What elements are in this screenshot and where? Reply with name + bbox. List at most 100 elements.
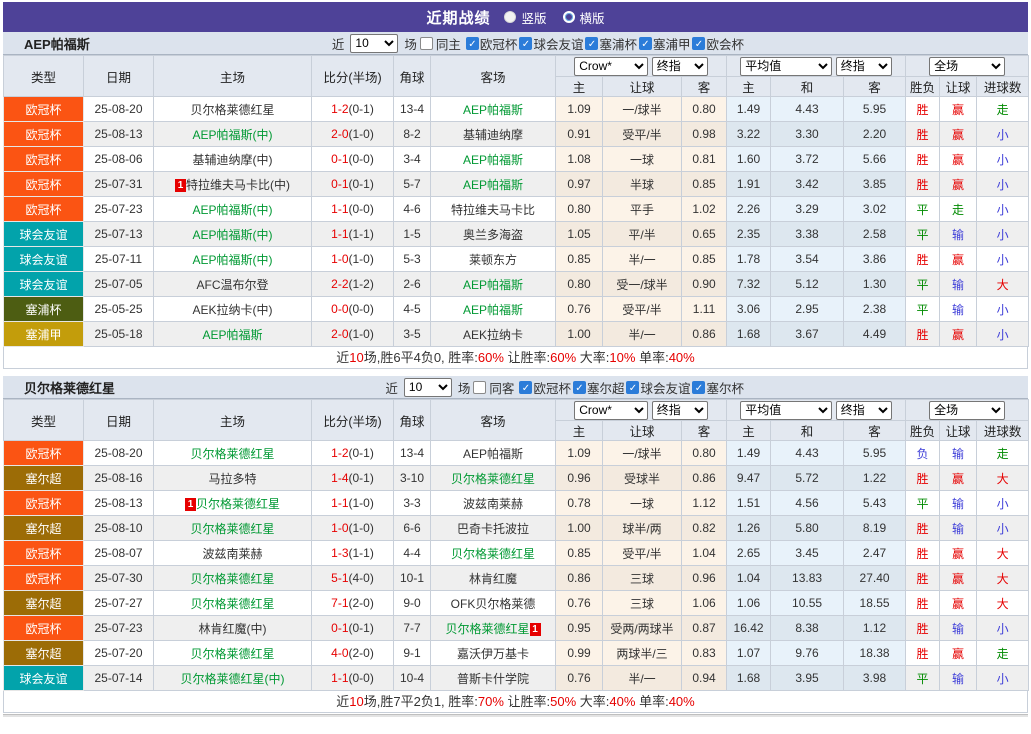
halftime-score: (0-1) bbox=[349, 621, 374, 635]
avg-away: 8.19 bbox=[844, 516, 906, 541]
avg-home: 1.07 bbox=[727, 641, 771, 666]
layout-radio-group: 竖版 横版 bbox=[504, 8, 604, 27]
league-filter-checkbox[interactable]: ✓ bbox=[626, 381, 639, 394]
team-name-text: 嘉沃伊万基卡 bbox=[457, 647, 529, 661]
odds-away: 0.96 bbox=[682, 566, 727, 591]
away-team: 贝尔格莱德红星1 bbox=[431, 616, 556, 641]
odds-away: 0.82 bbox=[682, 516, 727, 541]
away-team: 特拉维夫马卡比 bbox=[431, 197, 556, 222]
avg-away: 5.95 bbox=[844, 97, 906, 122]
league-filter-checkbox[interactable]: ✓ bbox=[519, 381, 532, 394]
col-header-corner: 角球 bbox=[394, 56, 431, 97]
result-handicap: 赢 bbox=[940, 566, 977, 591]
team-name-text: 特拉维夫马卡比(中) bbox=[186, 178, 290, 192]
corner-stat: 6-6 bbox=[394, 516, 431, 541]
avg-time-select[interactable]: 终指 bbox=[836, 57, 892, 76]
league-filter-checkbox[interactable]: ✓ bbox=[639, 37, 652, 50]
league-filter-label: 球会友谊 bbox=[533, 34, 583, 53]
col-header-outcome: 胜负 bbox=[906, 421, 940, 441]
league-filter-checkbox[interactable]: ✓ bbox=[692, 37, 705, 50]
avg-home: 2.26 bbox=[727, 197, 771, 222]
col-header-avg-home: 主 bbox=[727, 77, 771, 97]
odds-away: 0.81 bbox=[682, 147, 727, 172]
avg-away: 5.43 bbox=[844, 491, 906, 516]
match-score: 0-1(0-1) bbox=[312, 172, 394, 197]
result-handicap: 输 bbox=[940, 666, 977, 691]
filter-prefix-label: 近 bbox=[332, 34, 345, 53]
result-outcome: 胜 bbox=[906, 516, 940, 541]
league-badge: 塞尔超 bbox=[4, 516, 84, 541]
horizontal-layout-label: 横版 bbox=[580, 8, 605, 27]
league-filter-checkbox[interactable]: ✓ bbox=[692, 381, 705, 394]
col-header-goals: 进球数 bbox=[977, 421, 1029, 441]
odds-home: 0.80 bbox=[556, 197, 603, 222]
bottom-border bbox=[3, 714, 1028, 717]
bookmaker-select[interactable]: Crow* bbox=[574, 401, 648, 420]
match-count-select[interactable]: 10 bbox=[350, 34, 398, 53]
team-name-text: OFK贝尔格莱德 bbox=[451, 597, 536, 611]
league-filter-group: ✓欧冠杯✓塞尔超✓球会友谊✓塞尔杯 bbox=[517, 378, 744, 397]
avg-draw: 5.12 bbox=[771, 272, 844, 297]
away-team: 贝尔格莱德红星 bbox=[431, 541, 556, 566]
match-score: 1-3(1-1) bbox=[312, 541, 394, 566]
league-filter-checkbox[interactable]: ✓ bbox=[519, 37, 532, 50]
summary-segment: 40% bbox=[609, 694, 635, 709]
league-badge: 欧冠杯 bbox=[4, 197, 84, 222]
avg-away: 1.22 bbox=[844, 466, 906, 491]
odds-away: 0.83 bbox=[682, 641, 727, 666]
avg-away: 18.55 bbox=[844, 591, 906, 616]
scope-select[interactable]: 全场 bbox=[929, 401, 1005, 420]
match-count-select[interactable]: 10 bbox=[404, 378, 452, 397]
league-filter-checkbox[interactable]: ✓ bbox=[466, 37, 479, 50]
horizontal-layout-radio[interactable]: 横版 bbox=[563, 8, 605, 27]
summary-segment: 10 bbox=[349, 350, 363, 365]
col-header-avg-draw: 和 bbox=[771, 421, 844, 441]
result-outcome: 平 bbox=[906, 666, 940, 691]
avg-away: 3.02 bbox=[844, 197, 906, 222]
league-filter-checkbox[interactable]: ✓ bbox=[573, 381, 586, 394]
avg-draw: 3.95 bbox=[771, 666, 844, 691]
summary-segment: 大率: bbox=[576, 694, 609, 709]
same-venue-checkbox[interactable] bbox=[473, 381, 486, 394]
match-date: 25-07-31 bbox=[84, 172, 154, 197]
red-card-icon: 1 bbox=[175, 179, 186, 192]
vertical-layout-radio[interactable]: 竖版 bbox=[504, 8, 546, 27]
result-handicap: 输 bbox=[940, 491, 977, 516]
result-handicap: 输 bbox=[940, 616, 977, 641]
avg-home: 1.06 bbox=[727, 591, 771, 616]
avg-home: 16.42 bbox=[727, 616, 771, 641]
match-row: 球会友谊25-07-13AEP帕福斯(中)1-1(1-1)1-5奥兰多海盗1.0… bbox=[4, 222, 1029, 247]
odds-away: 0.85 bbox=[682, 172, 727, 197]
league-filter-checkbox[interactable]: ✓ bbox=[585, 37, 598, 50]
away-team: AEP帕福斯 bbox=[431, 272, 556, 297]
recent-results-panel: 近期战绩 竖版 横版 AEP帕福斯 近 10 场 同主 ✓欧冠杯✓球会友谊✓塞浦… bbox=[0, 0, 1031, 717]
bookmaker-select[interactable]: Crow* bbox=[574, 57, 648, 76]
corner-stat: 3-3 bbox=[394, 491, 431, 516]
average-select[interactable]: 平均值 bbox=[740, 57, 832, 76]
team-name-text: 贝尔格莱德红星 bbox=[190, 572, 274, 586]
team-name-text: 奥兰多海盗 bbox=[463, 228, 523, 242]
odds-time-select[interactable]: 终指 bbox=[652, 57, 708, 76]
result-handicap: 赢 bbox=[940, 172, 977, 197]
col-header-home: 主场 bbox=[154, 56, 312, 97]
odds-home: 0.78 bbox=[556, 491, 603, 516]
match-row: 塞浦杯25-05-25AEK拉纳卡(中)0-0(0-0)4-5AEP帕福斯0.7… bbox=[4, 297, 1029, 322]
match-score: 1-2(0-1) bbox=[312, 441, 394, 466]
team-name-text: 波兹南莱赫 bbox=[202, 547, 262, 561]
away-team: 巴奇卡托波拉 bbox=[431, 516, 556, 541]
avg-away: 3.86 bbox=[844, 247, 906, 272]
scope-select[interactable]: 全场 bbox=[929, 57, 1005, 76]
avg-time-select[interactable]: 终指 bbox=[836, 401, 892, 420]
result-handicap: 赢 bbox=[940, 247, 977, 272]
match-score: 1-1(0-0) bbox=[312, 197, 394, 222]
away-team: 嘉沃伊万基卡 bbox=[431, 641, 556, 666]
avg-draw: 3.45 bbox=[771, 541, 844, 566]
match-score: 1-4(0-1) bbox=[312, 466, 394, 491]
team-name-text: AEP帕福斯 bbox=[463, 278, 523, 292]
odds-time-select[interactable]: 终指 bbox=[652, 401, 708, 420]
same-venue-checkbox[interactable] bbox=[420, 37, 433, 50]
average-select[interactable]: 平均值 bbox=[740, 401, 832, 420]
match-date: 25-05-18 bbox=[84, 322, 154, 347]
league-filter-item: ✓欧会杯 bbox=[692, 34, 744, 53]
odds-handicap: 一/球半 bbox=[603, 441, 682, 466]
